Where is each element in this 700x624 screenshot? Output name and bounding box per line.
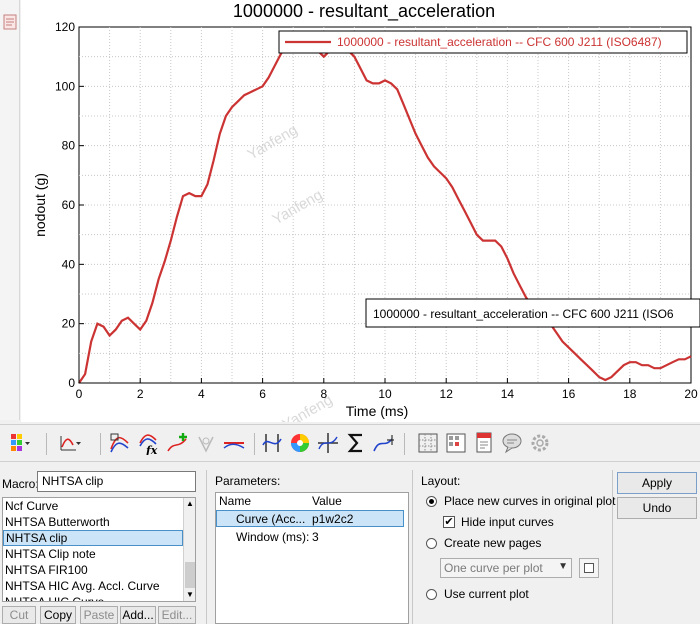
macro-list-item[interactable]: NHTSA Clip note — [3, 546, 195, 562]
radio-original-plot[interactable] — [426, 496, 437, 507]
vector-icon[interactable] — [194, 431, 218, 455]
tooltip-text: 1000000 - resultant_acceleration -- CFC … — [373, 307, 674, 321]
hide-input-checkbox[interactable]: ✔ — [443, 516, 455, 528]
macro-button-row: Cut Copy Paste Add... Edit... — [2, 606, 196, 624]
x-tick-label: 0 — [76, 387, 83, 401]
scroll-down-icon[interactable]: ▼ — [185, 590, 195, 600]
macro-list-item[interactable]: NHTSA HIC Curve — [3, 594, 195, 601]
x-tick-label: 2 — [137, 387, 144, 401]
pages-select-value: One curve per plot — [444, 561, 543, 575]
table-icon[interactable] — [444, 431, 468, 455]
plot-title: 1000000 - resultant_acceleration — [233, 1, 495, 22]
y-tick-label: 0 — [68, 376, 75, 390]
sigma-icon[interactable] — [344, 431, 368, 455]
option-new-pages-label: Create new pages — [444, 536, 542, 550]
curve-math-fx-icon[interactable]: fx — [138, 431, 162, 455]
pages-color-button[interactable] — [579, 558, 599, 578]
macro-list-scrollbar[interactable]: ▲ ▼ — [183, 498, 195, 601]
macro-list-item[interactable]: Ncf Curve — [3, 498, 195, 514]
left-icon-strip — [0, 0, 20, 420]
scroll-thumb[interactable] — [185, 562, 195, 588]
horizontal-line-icon[interactable] — [222, 431, 246, 455]
curve-dropdown-icon[interactable] — [58, 431, 82, 455]
macro-list-item-selected[interactable]: NHTSA clip — [3, 530, 183, 546]
report-icon[interactable] — [472, 431, 496, 455]
chevron-down-icon: ▼ — [558, 561, 568, 572]
x-tick-label: 4 — [198, 387, 205, 401]
apply-button[interactable]: Apply — [617, 472, 697, 494]
flip-icon[interactable] — [260, 431, 284, 455]
plot-toolbar: fx — [0, 424, 700, 462]
x-tick-label: 6 — [259, 387, 266, 401]
parameters-label: Parameters: — [215, 474, 281, 488]
x-tick-label: 16 — [562, 387, 576, 401]
cut-button[interactable]: Cut — [2, 606, 36, 624]
radio-new-pages[interactable] — [426, 538, 437, 549]
x-tick-label: 12 — [440, 387, 454, 401]
x-tick-label: 20 — [684, 387, 698, 401]
macro-input[interactable]: NHTSA clip — [37, 471, 196, 492]
parameter-value[interactable]: 3 — [312, 529, 319, 545]
action-panel: Apply Undo — [612, 470, 700, 624]
y-tick-label: 120 — [55, 20, 75, 34]
copy-button[interactable]: Copy — [40, 606, 76, 624]
macro-list-item[interactable]: NHTSA Butterworth — [3, 514, 195, 530]
y-tick-label: 100 — [55, 79, 75, 93]
grid-icon[interactable] — [416, 431, 440, 455]
column-header-value[interactable]: Value — [312, 493, 342, 509]
radio-current-plot[interactable] — [426, 589, 437, 600]
plot-window[interactable]: YanfengYanfengYanfengYanfeng 02040608010… — [21, 0, 700, 422]
y-axis-title: nodout (g) — [32, 173, 48, 237]
scroll-up-icon[interactable]: ▲ — [185, 499, 195, 509]
color-wheel-icon[interactable] — [288, 431, 312, 455]
layout-label: Layout: — [421, 474, 461, 488]
parameters-panel: Parameters: Name Value Curve (Acc... p1w… — [206, 470, 409, 624]
x-tick-label: 8 — [320, 387, 327, 401]
x-tick-label: 10 — [378, 387, 392, 401]
curve-tooltip: 1000000 - resultant_acceleration -- CFC … — [365, 298, 700, 328]
undo-button[interactable]: Undo — [617, 497, 697, 519]
paste-button[interactable]: Paste — [80, 606, 118, 624]
hide-input-label: Hide input curves — [461, 515, 554, 529]
add-button[interactable]: Add... — [120, 606, 156, 624]
notes-icon[interactable] — [500, 431, 524, 455]
y-tick-label: 80 — [62, 139, 76, 153]
legend[interactable]: 1000000 - resultant_acceleration -- CFC … — [278, 30, 688, 54]
add-point-icon[interactable] — [166, 431, 190, 455]
svg-text:fx: fx — [145, 444, 158, 455]
layout-panel: Layout: Place new curves in original plo… — [412, 470, 615, 624]
layout-colors-icon[interactable] — [8, 431, 32, 455]
parameter-value[interactable]: p1w2c2 — [312, 511, 353, 527]
x-tick-label: 14 — [501, 387, 515, 401]
pages-select[interactable]: One curve per plot ▼ — [440, 558, 572, 578]
macro-list[interactable]: Ncf Curve NHTSA Butterworth NHTSA clip N… — [2, 497, 196, 602]
parameter-name: Curve (Acc... — [236, 512, 306, 526]
parameter-name: Window (ms): — [236, 530, 310, 544]
color-swatch-icon — [584, 563, 594, 573]
parameters-table[interactable]: Name Value Curve (Acc... p1w2c2 Window (… — [215, 492, 409, 624]
column-header-name[interactable]: Name — [219, 493, 251, 509]
x-tick-label: 18 — [623, 387, 637, 401]
page-preview-icon[interactable] — [3, 14, 17, 30]
option-original-plot-label: Place new curves in original plot — [444, 494, 616, 508]
edit-button[interactable]: Edit... — [158, 606, 196, 624]
y-tick-label: 60 — [62, 198, 76, 212]
macro-panel: Macro: NHTSA clip Ncf Curve NHTSA Butter… — [0, 470, 200, 624]
macro-label: Macro: — [2, 477, 39, 491]
define-curve-icon[interactable] — [108, 431, 132, 455]
y-tick-label: 40 — [62, 257, 76, 271]
legend-label: 1000000 - resultant_acceleration -- CFC … — [337, 35, 662, 49]
crosshair-icon[interactable] — [316, 431, 340, 455]
plot-canvas[interactable]: YanfengYanfengYanfengYanfeng 02040608010… — [21, 0, 700, 422]
settings-gear-icon[interactable] — [528, 431, 552, 455]
macro-list-item[interactable]: NHTSA FIR100 — [3, 562, 195, 578]
x-axis-title: Time (ms) — [346, 403, 408, 419]
macro-list-item[interactable]: NHTSA HIC Avg. Accl. Curve — [3, 578, 195, 594]
y-tick-label: 20 — [62, 317, 76, 331]
option-current-plot-label: Use current plot — [444, 587, 529, 601]
trace-icon[interactable] — [372, 431, 396, 455]
